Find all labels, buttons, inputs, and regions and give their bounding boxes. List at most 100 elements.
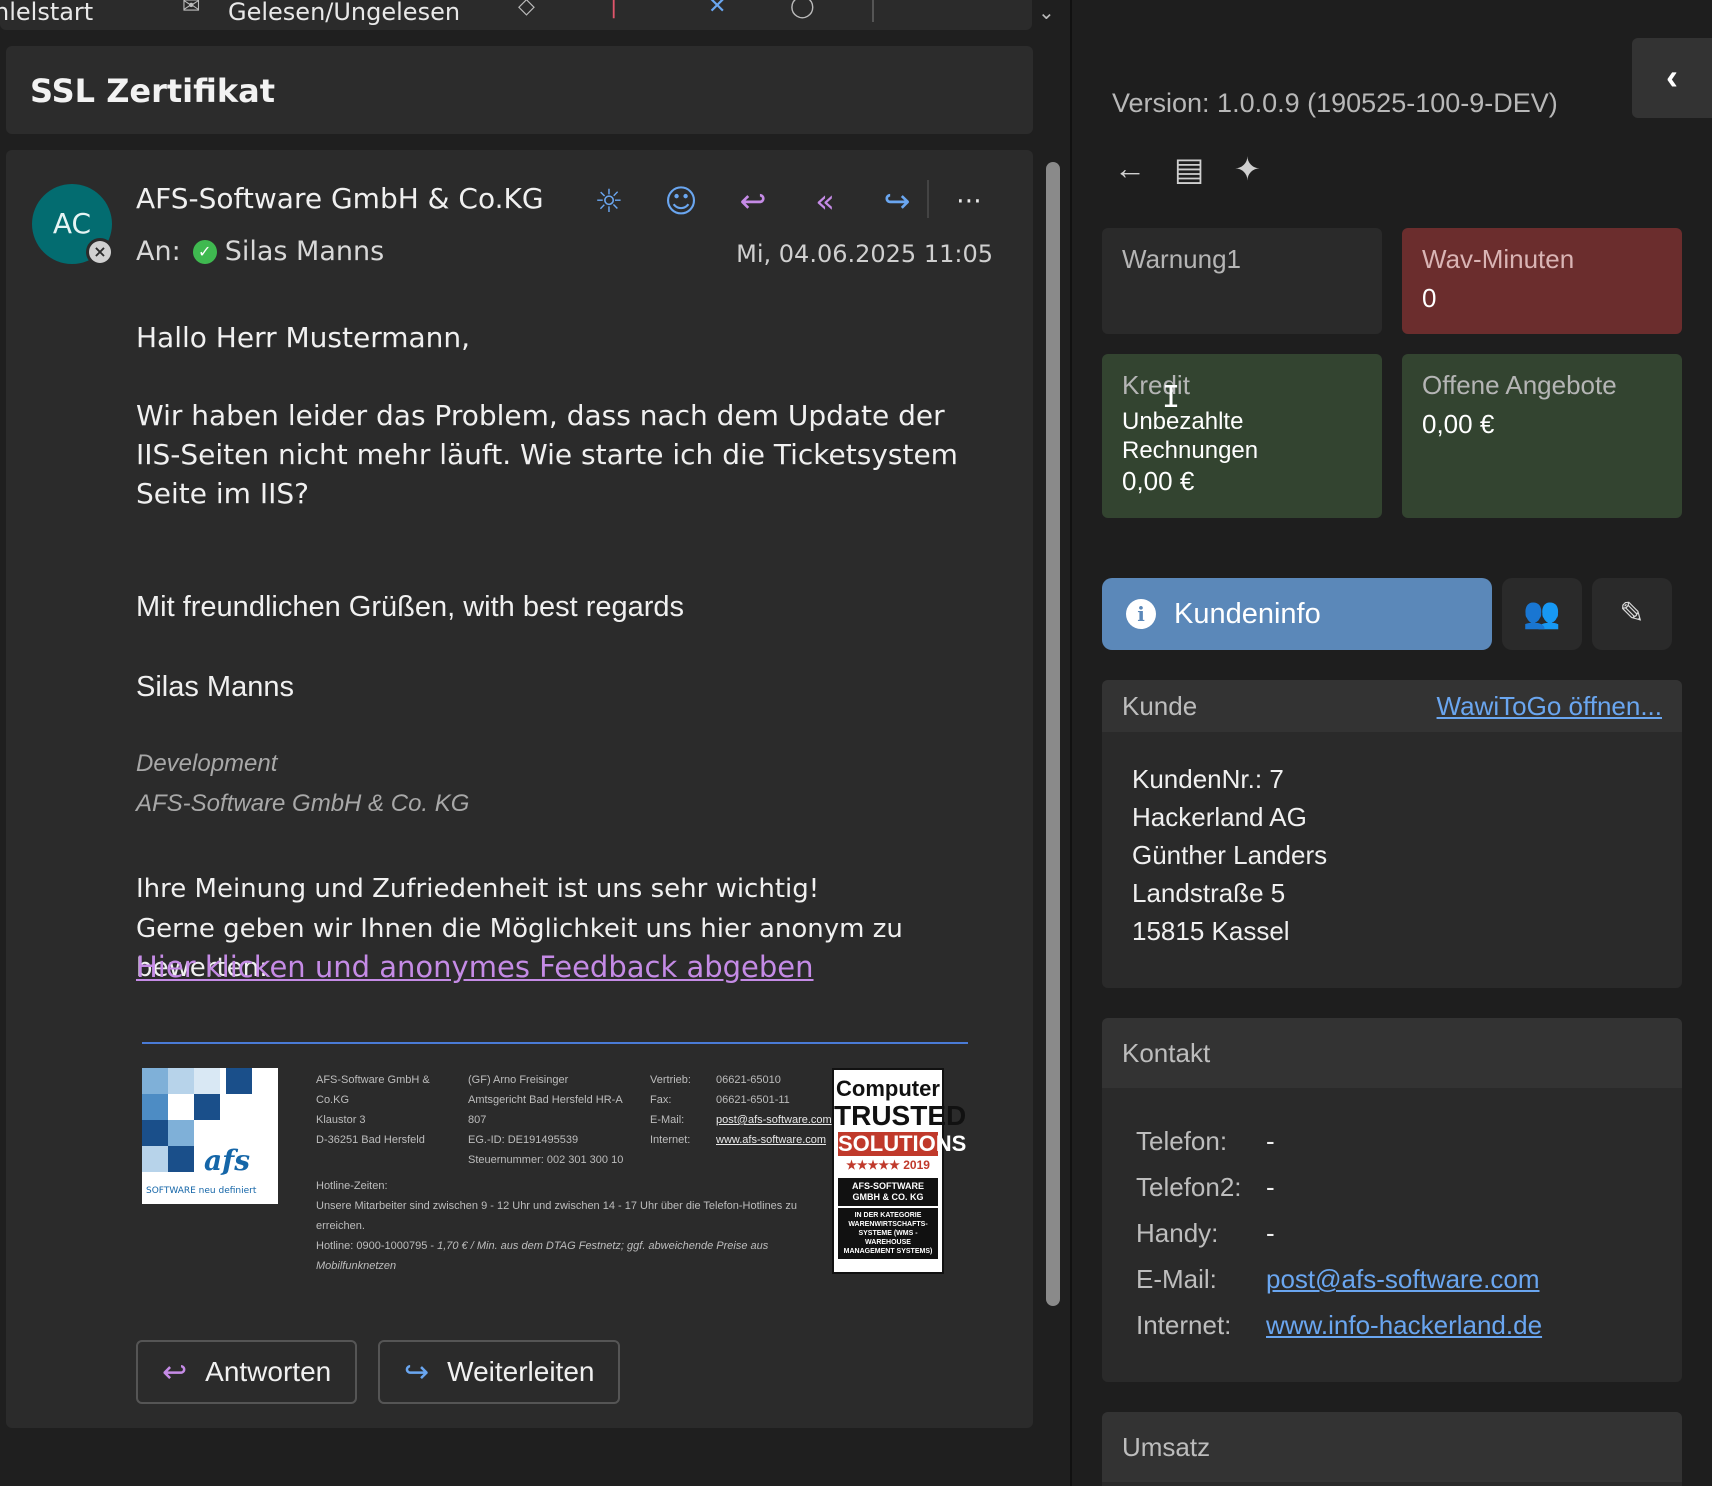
tile-unbezahlt-value: 0,00 € [1122, 466, 1195, 496]
mail-reading-pane: nlelstart ✉ Gelesen/Ungelesen ◇ | ✕ ◯ ⌄ … [0, 0, 1070, 1486]
emoji-icon[interactable]: ☺ [658, 178, 704, 224]
badge-year: 2019 [903, 1158, 930, 1172]
contacts-tab[interactable]: 👥 [1502, 578, 1582, 650]
email-link[interactable]: post@afs-software.com [1266, 1256, 1539, 1302]
reply-icon: ↩ [162, 1355, 188, 1389]
badge-line2: TRUSTED [834, 1100, 967, 1131]
kontakt-row-telefon: Telefon: - [1136, 1118, 1648, 1164]
sig-legal-line: Amtsgericht Bad Hersfeld HR-A [468, 1094, 623, 1106]
forward-button[interactable]: ↪ Weiterleiten [378, 1340, 621, 1404]
tile-wav-value: 0 [1422, 283, 1437, 313]
kunden-nr: KundenNr.: 7 [1132, 764, 1284, 794]
chevron-down-icon[interactable]: ⌄ [1038, 0, 1055, 24]
tile-warnung-label: Warnung1 [1122, 244, 1241, 274]
toolbar-read-label[interactable]: Gelesen/Ungelesen [228, 0, 460, 26]
tag-icon[interactable]: ◇ [518, 0, 535, 19]
info-icon: i [1126, 599, 1156, 629]
clock-icon[interactable]: ◯ [790, 0, 815, 19]
sender-name[interactable]: AFS-Software GmbH & Co.KG [136, 182, 544, 215]
closing: Mit freundlichen Grüßen, with best regar… [136, 591, 685, 623]
forward-icon: ↪ [404, 1355, 430, 1389]
internet-link[interactable]: www.info-hackerland.de [1266, 1302, 1542, 1348]
flag-icon[interactable]: | [610, 0, 617, 19]
tile-kredit[interactable]: Kredit Unbezahlte Rechnungen 0,00 € [1102, 354, 1382, 518]
kunde-ort: 15815 Kassel [1132, 916, 1290, 946]
logo-word: afs [204, 1144, 250, 1177]
sig-email-link[interactable]: post@afs-software.com [716, 1110, 836, 1130]
mail-subject: SSL Zertifikat [30, 72, 276, 110]
sig-fax: 06621-6501-11 [716, 1094, 790, 1106]
wawitogo-link[interactable]: WawiToGo öffnen... [1437, 691, 1662, 722]
mail-toolbar: nlelstart ✉ Gelesen/Ungelesen ◇ | ✕ ◯ [0, 0, 1032, 30]
internet-label: Internet: [1136, 1310, 1232, 1340]
sig-legal-line: (GF) Arno Freisinger [468, 1074, 569, 1086]
tile-offene-angebote[interactable]: Offene Angebote 0,00 € [1402, 354, 1682, 518]
tile-warnung[interactable]: Warnung1 [1102, 228, 1382, 334]
sparkle-icon[interactable]: ✦ [1234, 150, 1261, 188]
greeting: Hallo Herr Mustermann, [136, 321, 471, 354]
telefon2-value: - [1266, 1172, 1275, 1202]
kontakt-header: Kontakt [1102, 1018, 1682, 1088]
kundeninfo-tab[interactable]: i Kundeninfo [1102, 578, 1492, 650]
tile-kredit-label: Kredit [1122, 370, 1190, 400]
document-edit-tab[interactable]: ✎ [1592, 578, 1672, 650]
sig-phone: 06621-65010 [716, 1074, 781, 1086]
signature-role: Development [136, 750, 278, 777]
kundeninfo-label: Kundeninfo [1174, 597, 1321, 630]
hotline-text: Unsere Mitarbeiter sind zwischen 9 - 12 … [316, 1200, 797, 1232]
kunde-firma: Hackerland AG [1132, 802, 1307, 832]
hotline-title: Hotline-Zeiten: [316, 1180, 388, 1192]
pin-icon[interactable]: ✕ [708, 0, 726, 19]
sig-contact-label: Fax: [650, 1094, 672, 1106]
telefon2-label: Telefon2: [1136, 1172, 1242, 1202]
kunde-address: KundenNr.: 7 Hackerland AG Günther Lande… [1102, 732, 1682, 978]
kontakt-section: Kontakt Telefon: - Telefon2: - Handy: - … [1102, 1018, 1682, 1382]
forward-icon[interactable]: ↪ [874, 178, 920, 224]
mail-scrollbar[interactable] [1046, 162, 1060, 1306]
afs-logo: afs SOFTWARE neu definiert [142, 1068, 278, 1204]
feedback-intro: Ihre Meinung und Zufriedenheit ist uns s… [136, 874, 820, 904]
archive-icon[interactable]: ▤ [1174, 150, 1204, 188]
kontakt-details: Telefon: - Telefon2: - Handy: - E-Mail: … [1102, 1088, 1682, 1378]
signature-divider [142, 1042, 968, 1044]
more-icon[interactable]: ⋯ [946, 178, 992, 224]
recipient-name[interactable]: Silas Manns [225, 236, 384, 267]
recipient-line: An: ✓ Silas Manns [136, 236, 384, 267]
back-arrow-icon[interactable]: ← [1114, 150, 1146, 187]
collapse-pane-button[interactable]: ‹ [1632, 38, 1712, 118]
file-edit-icon: ✎ [1619, 597, 1645, 630]
sig-address: AFS-Software GmbH & Co.KG Klaustor 3 D-3… [316, 1070, 456, 1150]
sig-legal-line: 807 [468, 1114, 487, 1126]
presence-status: × [86, 238, 114, 266]
tile-wav-minuten[interactable]: Wav-Minuten 0 [1402, 228, 1682, 334]
reply-label: Antworten [205, 1356, 332, 1387]
sig-contact-label: Vertrieb: [650, 1074, 691, 1086]
telefon-value: - [1266, 1126, 1275, 1156]
action-separator [927, 180, 929, 218]
toolbar-separator [872, 0, 874, 22]
sig-address-line: AFS-Software GmbH & [316, 1074, 430, 1086]
sig-legal-line: EG.-ID: DE191495539 [468, 1134, 579, 1146]
badge-line1: Computer [836, 1076, 940, 1101]
sun-icon[interactable]: ☼ [586, 178, 632, 224]
kontakt-row-email: E-Mail: post@afs-software.com [1136, 1256, 1648, 1302]
umsatz-section[interactable]: Umsatz [1102, 1412, 1682, 1486]
chevron-left-icon: ‹ [1666, 56, 1678, 97]
handy-label: Handy: [1136, 1218, 1219, 1248]
check-circle-icon: ✓ [192, 239, 217, 264]
feedback-link[interactable]: Hier klicken und anonymes Feedback abgeb… [136, 950, 814, 984]
text-cursor-icon: I [1162, 380, 1181, 415]
kunde-header: Kunde WawiToGo öffnen... [1102, 680, 1682, 732]
reply-all-icon[interactable]: « [802, 178, 848, 224]
envelope-icon[interactable]: ✉ [182, 0, 200, 19]
reply-icon[interactable]: ↩ [730, 178, 776, 224]
reply-button[interactable]: ↩ Antworten [136, 1340, 358, 1404]
hotline-number: Hotline: 0900-1000795 [316, 1240, 428, 1252]
badge-company: AFS-SOFTWARE GMBH & CO. KG [838, 1178, 938, 1206]
sig-contact-label: Internet: [650, 1134, 691, 1146]
kontakt-row-handy: Handy: - [1136, 1210, 1648, 1256]
toolbar-home-label[interactable]: nlelstart [0, 0, 93, 26]
tile-unbezahlt-label: Unbezahlte Rechnungen [1122, 408, 1259, 464]
umsatz-header[interactable]: Umsatz [1102, 1412, 1682, 1482]
sig-web-link[interactable]: www.afs-software.com [716, 1130, 836, 1150]
